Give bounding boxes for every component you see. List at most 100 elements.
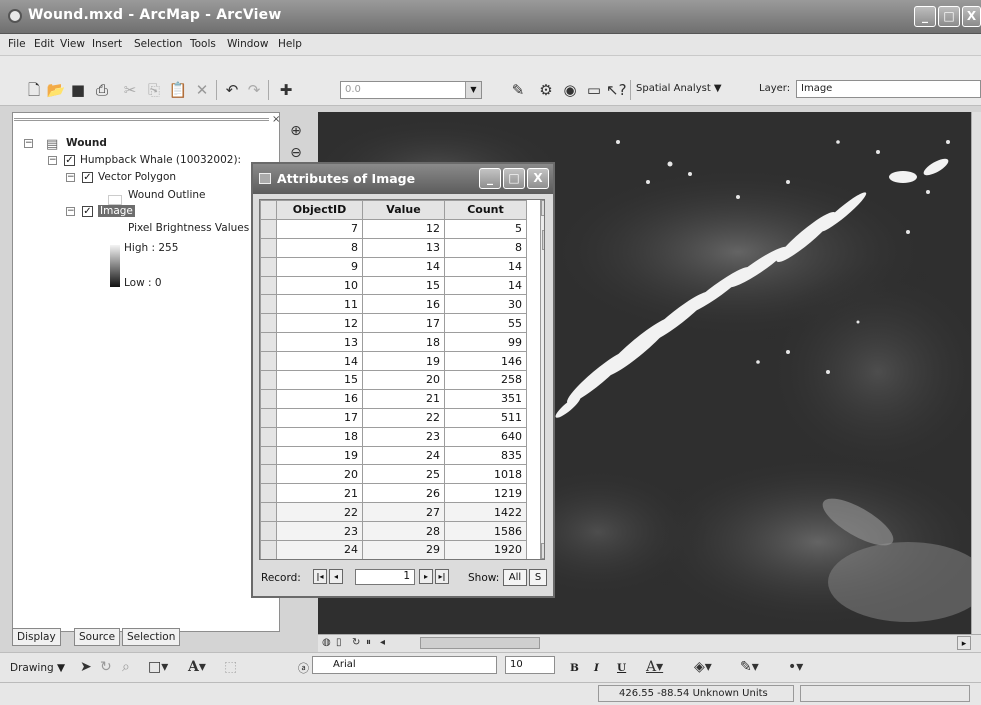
cell-objectid[interactable]: 8: [276, 237, 363, 258]
cell-count[interactable]: 1219: [444, 483, 527, 504]
row-selector-header[interactable]: [260, 200, 277, 220]
arccatalog-icon[interactable]: ◉: [560, 80, 580, 100]
layer-checkbox[interactable]: ✓: [64, 155, 75, 166]
row-selector[interactable]: [260, 483, 277, 504]
toc-layer-vector-polygon[interactable]: Vector Polygon: [98, 171, 176, 183]
whats-this-help-icon[interactable]: ↖?: [606, 80, 627, 100]
column-header-objectid[interactable]: ObjectID: [276, 200, 363, 220]
cell-objectid[interactable]: 11: [276, 294, 363, 315]
row-selector[interactable]: [260, 464, 277, 485]
cell-value[interactable]: 17: [362, 313, 445, 334]
table-row[interactable]: 24 29 1920: [260, 540, 527, 559]
row-selector[interactable]: [260, 407, 277, 428]
zoom-whole-page-icon[interactable]: ⌕: [122, 659, 130, 675]
collapse-icon[interactable]: −: [48, 156, 57, 165]
minimize-button[interactable]: _: [914, 6, 936, 27]
delete-icon[interactable]: ✕: [192, 80, 212, 100]
font-size-dropdown[interactable]: 10: [505, 656, 555, 674]
cell-count[interactable]: 835: [444, 445, 527, 466]
table-row[interactable]: 8 13 8: [260, 237, 527, 258]
row-selector[interactable]: [260, 275, 277, 296]
line-color-icon[interactable]: ✎▾: [740, 659, 759, 675]
italic-button[interactable]: I: [594, 662, 599, 674]
row-selector[interactable]: [260, 332, 277, 353]
cell-objectid[interactable]: 13: [276, 332, 363, 353]
data-view-icon[interactable]: ◍: [322, 637, 331, 648]
menu-view[interactable]: View: [60, 38, 85, 50]
first-record-icon[interactable]: |◂: [313, 569, 327, 584]
zoom-in-icon[interactable]: ⊕: [287, 122, 305, 140]
table-row[interactable]: 12 17 55: [260, 313, 527, 334]
table-row[interactable]: 10 15 14: [260, 275, 527, 296]
table-row[interactable]: 23 28 1586: [260, 521, 527, 542]
table-row[interactable]: 7 12 5: [260, 218, 527, 239]
paste-icon[interactable]: 📋: [168, 80, 188, 100]
rectangle-icon[interactable]: □▾: [148, 659, 168, 675]
scroll-up-icon[interactable]: ▲: [541, 200, 544, 216]
row-selector[interactable]: [260, 370, 277, 390]
table-row[interactable]: 20 25 1018: [260, 464, 527, 485]
collapse-icon[interactable]: −: [66, 207, 75, 216]
font-name-dropdown[interactable]: Arial: [312, 656, 497, 674]
cell-count[interactable]: 640: [444, 426, 527, 447]
next-record-icon[interactable]: ▸: [419, 569, 433, 584]
cell-objectid[interactable]: 15: [276, 370, 363, 390]
cell-count[interactable]: 511: [444, 407, 527, 428]
editor-toolbar-icon[interactable]: ✎: [508, 80, 528, 100]
toc-layer-image[interactable]: Image: [98, 205, 135, 217]
cell-count[interactable]: 30: [444, 294, 527, 315]
layer-dropdown[interactable]: Image: [796, 80, 981, 98]
collapse-icon[interactable]: −: [24, 139, 33, 148]
spatial-analyst-menu[interactable]: Spatial Analyst ▼: [636, 83, 722, 94]
row-selector[interactable]: [260, 313, 277, 334]
row-selector[interactable]: [260, 294, 277, 315]
undo-icon[interactable]: ↶: [222, 80, 242, 100]
attr-maximize-button[interactable]: □: [503, 168, 525, 189]
menu-insert[interactable]: Insert: [92, 38, 122, 50]
toc-dataset-humpback-whale[interactable]: Humpback Whale (10032002):: [80, 154, 241, 166]
cell-count[interactable]: 5: [444, 218, 527, 239]
tab-source[interactable]: Source: [74, 628, 121, 646]
cell-value[interactable]: 15: [362, 275, 445, 296]
rotate-icon[interactable]: ↻: [100, 659, 112, 675]
cell-objectid[interactable]: 23: [276, 521, 363, 542]
layer-checkbox[interactable]: ✓: [82, 172, 93, 183]
table-row[interactable]: 19 24 835: [260, 445, 527, 466]
row-selector[interactable]: [260, 237, 277, 258]
cell-objectid[interactable]: 17: [276, 407, 363, 428]
table-vertical-scrollbar[interactable]: ▲ ▼: [540, 200, 544, 559]
underline-button[interactable]: U: [617, 662, 626, 674]
table-row[interactable]: 18 23 640: [260, 426, 527, 447]
table-scroll-thumb[interactable]: [542, 230, 544, 250]
row-selector[interactable]: [260, 540, 277, 559]
close-button[interactable]: X: [962, 6, 981, 27]
row-selector[interactable]: [260, 256, 277, 277]
cut-icon[interactable]: ✂: [120, 80, 140, 100]
column-header-value[interactable]: Value: [362, 200, 445, 220]
table-row[interactable]: 14 19 146: [260, 351, 527, 372]
pause-icon[interactable]: ⏸: [366, 637, 371, 648]
cell-value[interactable]: 16: [362, 294, 445, 315]
map-scale-input[interactable]: 0.0: [340, 81, 482, 99]
row-selector[interactable]: [260, 502, 277, 523]
chevron-down-icon[interactable]: ▼: [465, 82, 481, 98]
cell-objectid[interactable]: 7: [276, 218, 363, 239]
cell-count[interactable]: 1920: [444, 540, 527, 559]
cell-objectid[interactable]: 22: [276, 502, 363, 523]
cell-objectid[interactable]: 14: [276, 351, 363, 372]
cell-objectid[interactable]: 19: [276, 445, 363, 466]
map-vertical-scrollbar[interactable]: [971, 112, 981, 634]
cell-value[interactable]: 29: [362, 540, 445, 559]
select-elements-icon[interactable]: ➤: [80, 659, 92, 675]
cell-value[interactable]: 12: [362, 218, 445, 239]
toc-title-grip[interactable]: [14, 118, 269, 121]
last-record-icon[interactable]: ▸|: [435, 569, 449, 584]
row-selector[interactable]: [260, 388, 277, 409]
font-color-icon[interactable]: A▾: [646, 659, 663, 675]
cell-objectid[interactable]: 16: [276, 388, 363, 409]
column-header-count[interactable]: Count: [444, 200, 527, 220]
scroll-right-icon[interactable]: ▸: [957, 636, 971, 650]
cell-value[interactable]: 28: [362, 521, 445, 542]
table-row[interactable]: 15 20 258: [260, 370, 527, 390]
menu-edit[interactable]: Edit: [34, 38, 54, 50]
